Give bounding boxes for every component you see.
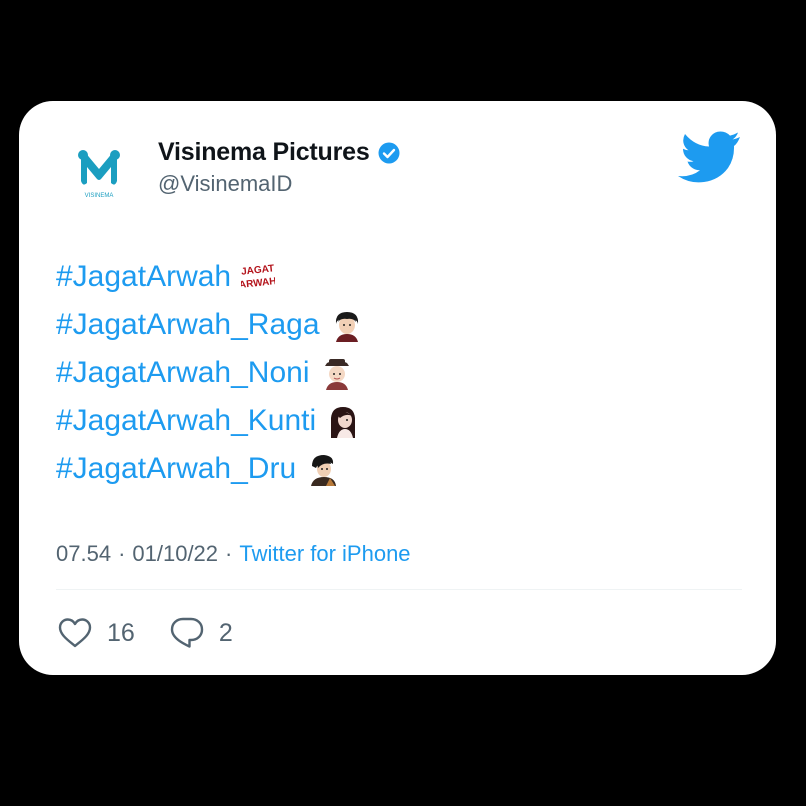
meta-separator: · <box>225 541 233 566</box>
divider <box>56 589 742 590</box>
like-button[interactable]: 16 <box>57 617 135 649</box>
raga-character-emoji <box>330 308 364 342</box>
twitter-bird-icon <box>677 131 741 188</box>
hashtag-line-jagatarwah: #JagatArwah JAGAT ARWAH <box>56 253 364 301</box>
like-count: 16 <box>107 618 135 647</box>
tweet-actions: 16 2 <box>57 616 233 650</box>
hashtag-line-dru: #JagatArwah_Dru <box>56 445 364 493</box>
hashtag-link[interactable]: #JagatArwah_Kunti <box>56 404 316 438</box>
author-name-row: Visinema Pictures <box>158 138 400 167</box>
meta-separator: · <box>118 541 126 566</box>
visinema-logo-icon: VISINEMA <box>78 150 120 199</box>
tweet-date[interactable]: 01/10/22 <box>132 541 218 566</box>
reply-button[interactable]: 2 <box>169 616 233 650</box>
hashtag-link[interactable]: #JagatArwah <box>56 260 231 294</box>
tweet-metadata: 07.54 · 01/10/22 · Twitter for iPhone <box>56 541 411 567</box>
reply-count: 2 <box>218 618 233 647</box>
hashtag-link[interactable]: #JagatArwah_Raga <box>56 308 320 342</box>
hashtag-line-raga: #JagatArwah_Raga <box>56 301 364 349</box>
noni-character-emoji <box>320 356 354 390</box>
hashtag-line-kunti: #JagatArwah_Kunti <box>56 397 364 445</box>
heart-icon <box>58 618 92 648</box>
reply-bubble-icon <box>170 617 204 648</box>
jagat-arwah-logo-emoji: JAGAT ARWAH <box>241 260 275 294</box>
tweet-card: VISINEMA Visinema Pictures @VisinemaID #… <box>19 101 776 675</box>
avatar-logo-text: VISINEMA <box>85 193 114 199</box>
emoji-logo-word-2: ARWAH <box>241 276 275 291</box>
tweet-text: #JagatArwah JAGAT ARWAH #JagatArwah_Raga <box>56 253 364 493</box>
tweet-source-link[interactable]: Twitter for iPhone <box>239 541 410 566</box>
avatar[interactable]: VISINEMA <box>59 135 139 215</box>
hashtag-link[interactable]: #JagatArwah_Dru <box>56 452 296 486</box>
hashtag-line-noni: #JagatArwah_Noni <box>56 349 364 397</box>
tweet-time[interactable]: 07.54 <box>56 541 111 566</box>
author-handle[interactable]: @VisinemaID <box>158 171 292 197</box>
author-display-name[interactable]: Visinema Pictures <box>158 138 370 167</box>
hashtag-link[interactable]: #JagatArwah_Noni <box>56 356 310 390</box>
verified-badge-icon <box>378 142 400 164</box>
kunti-character-emoji <box>326 404 360 438</box>
emoji-logo-word-1: JAGAT <box>241 263 275 277</box>
dru-character-emoji <box>306 452 340 486</box>
